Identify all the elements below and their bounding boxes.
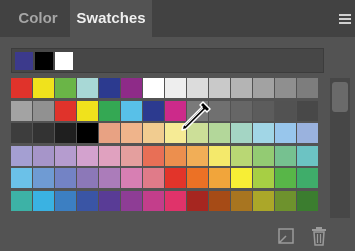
swatch[interactable] <box>33 146 54 166</box>
swatch[interactable] <box>253 78 274 98</box>
swatch[interactable] <box>209 168 230 188</box>
swatch[interactable] <box>187 101 208 121</box>
swatches-panel: Color Swatches <box>0 0 355 251</box>
recent-swatch[interactable] <box>55 52 73 70</box>
swatch[interactable] <box>209 123 230 143</box>
swatch[interactable] <box>99 123 120 143</box>
swatch[interactable] <box>99 191 120 211</box>
swatch[interactable] <box>187 168 208 188</box>
swatch[interactable] <box>209 101 230 121</box>
swatch[interactable] <box>297 191 318 211</box>
swatch[interactable] <box>275 168 296 188</box>
swatch[interactable] <box>253 168 274 188</box>
swatch[interactable] <box>11 168 32 188</box>
swatch[interactable] <box>33 168 54 188</box>
tab-color[interactable]: Color <box>10 0 66 37</box>
swatch[interactable] <box>121 123 142 143</box>
swatch[interactable] <box>275 123 296 143</box>
swatch[interactable] <box>55 146 76 166</box>
swatch[interactable] <box>11 101 32 121</box>
recent-swatch[interactable] <box>15 52 33 70</box>
swatch[interactable] <box>55 191 76 211</box>
panel-tab-bar: Color Swatches <box>0 0 355 37</box>
swatch[interactable] <box>77 123 98 143</box>
swatch[interactable] <box>77 168 98 188</box>
swatch[interactable] <box>121 146 142 166</box>
swatch[interactable] <box>99 146 120 166</box>
swatch[interactable] <box>77 78 98 98</box>
swatch[interactable] <box>77 101 98 121</box>
swatch[interactable] <box>253 191 274 211</box>
swatch[interactable] <box>77 191 98 211</box>
swatch[interactable] <box>231 191 252 211</box>
swatch[interactable] <box>143 78 164 98</box>
new-swatch-icon[interactable] <box>277 227 295 245</box>
swatch-grid <box>11 78 324 218</box>
swatch[interactable] <box>231 146 252 166</box>
swatch[interactable] <box>99 101 120 121</box>
swatch[interactable] <box>33 123 54 143</box>
swatch[interactable] <box>11 78 32 98</box>
swatch[interactable] <box>33 191 54 211</box>
panel-menu-icon[interactable] <box>339 14 351 24</box>
swatch[interactable] <box>165 191 186 211</box>
swatch[interactable] <box>55 78 76 98</box>
swatch[interactable] <box>253 101 274 121</box>
swatch[interactable] <box>187 123 208 143</box>
swatch[interactable] <box>143 123 164 143</box>
swatch[interactable] <box>55 168 76 188</box>
swatch[interactable] <box>231 78 252 98</box>
swatch[interactable] <box>165 146 186 166</box>
swatch[interactable] <box>143 101 164 121</box>
swatch[interactable] <box>99 78 120 98</box>
swatch[interactable] <box>165 78 186 98</box>
swatch[interactable] <box>165 101 186 121</box>
swatch[interactable] <box>187 78 208 98</box>
swatch[interactable] <box>253 123 274 143</box>
panel-footer <box>0 221 355 251</box>
scrollbar-thumb[interactable] <box>332 82 348 112</box>
swatch[interactable] <box>121 191 142 211</box>
swatch[interactable] <box>275 191 296 211</box>
swatch[interactable] <box>55 101 76 121</box>
swatch[interactable] <box>165 168 186 188</box>
trash-icon[interactable] <box>311 226 327 246</box>
swatch[interactable] <box>11 191 32 211</box>
swatch[interactable] <box>231 123 252 143</box>
swatch[interactable] <box>99 168 120 188</box>
swatch[interactable] <box>209 146 230 166</box>
swatch[interactable] <box>297 101 318 121</box>
swatch[interactable] <box>275 101 296 121</box>
swatch[interactable] <box>33 101 54 121</box>
swatch[interactable] <box>209 78 230 98</box>
swatch[interactable] <box>231 101 252 121</box>
swatch[interactable] <box>275 78 296 98</box>
swatch[interactable] <box>121 78 142 98</box>
swatch[interactable] <box>143 168 164 188</box>
swatch[interactable] <box>297 146 318 166</box>
swatch[interactable] <box>297 123 318 143</box>
swatch[interactable] <box>297 168 318 188</box>
tab-swatches[interactable]: Swatches <box>70 0 152 37</box>
swatch[interactable] <box>187 191 208 211</box>
swatch[interactable] <box>231 168 252 188</box>
swatch[interactable] <box>11 146 32 166</box>
recent-swatch[interactable] <box>35 52 53 70</box>
swatch[interactable] <box>55 123 76 143</box>
swatch[interactable] <box>187 146 208 166</box>
swatch[interactable] <box>143 191 164 211</box>
swatch[interactable] <box>275 146 296 166</box>
swatch[interactable] <box>33 78 54 98</box>
swatch[interactable] <box>143 146 164 166</box>
recent-swatches-bar <box>11 48 324 73</box>
swatch[interactable] <box>11 123 32 143</box>
swatch[interactable] <box>77 146 98 166</box>
swatch[interactable] <box>121 101 142 121</box>
swatch[interactable] <box>297 78 318 98</box>
swatch[interactable] <box>253 146 274 166</box>
swatch[interactable] <box>121 168 142 188</box>
swatch[interactable] <box>165 123 186 143</box>
swatch[interactable] <box>209 191 230 211</box>
